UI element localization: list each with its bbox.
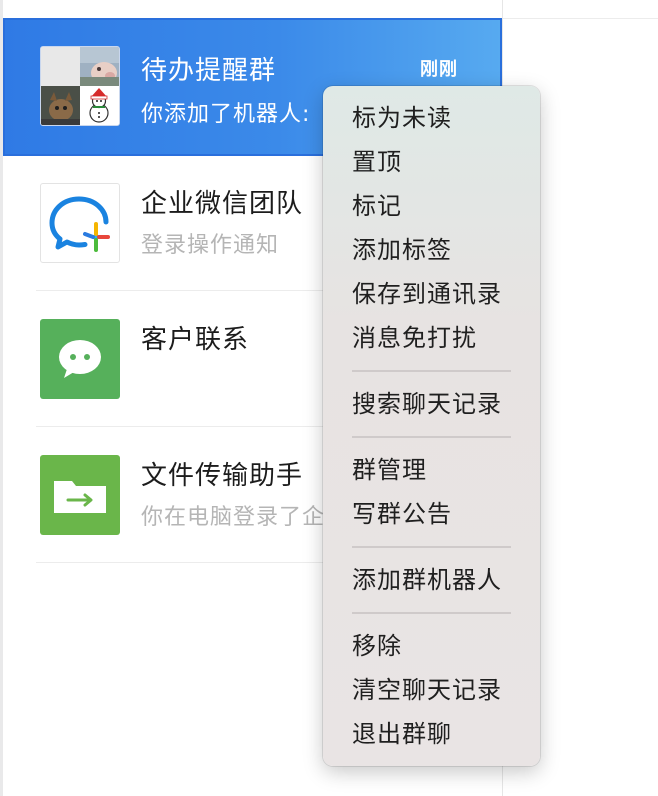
menu-item-add-group-bot[interactable]: 添加群机器人 <box>352 565 502 595</box>
member-avatar-snowman <box>80 86 119 125</box>
menu-item-group-notice[interactable]: 写群公告 <box>352 499 452 529</box>
menu-item-search-history[interactable]: 搜索聊天记录 <box>352 389 502 419</box>
menu-item-add-tag[interactable]: 添加标签 <box>352 235 452 265</box>
menu-separator <box>352 436 511 438</box>
menu-separator <box>352 546 511 548</box>
chat-title: 企业微信团队 <box>141 189 304 219</box>
menu-item-mark-unread[interactable]: 标为未读 <box>352 103 452 133</box>
folder-transfer-icon <box>40 455 120 535</box>
chat-title: 客户联系 <box>141 325 250 355</box>
chat-context-menu: 标为未读 置顶 标记 添加标签 保存到通讯录 消息免打扰 搜索聊天记录 群管理 … <box>323 86 540 766</box>
chat-title: 文件传输助手 <box>141 461 304 491</box>
menu-separator <box>352 612 511 614</box>
menu-item-flag[interactable]: 标记 <box>352 191 402 221</box>
menu-separator <box>352 370 511 372</box>
menu-item-group-manage[interactable]: 群管理 <box>352 455 427 485</box>
menu-item-mute[interactable]: 消息免打扰 <box>352 323 477 353</box>
menu-item-leave-group[interactable]: 退出群聊 <box>352 719 452 749</box>
chat-preview: 你添加了机器人: <box>141 102 311 127</box>
chat-preview: 你在电脑登录了企 <box>141 505 326 530</box>
member-avatar-empty <box>41 47 80 86</box>
member-avatar-pig <box>80 47 119 86</box>
chat-timestamp: 刚刚 <box>420 59 458 80</box>
group-avatar <box>40 46 120 126</box>
menu-item-pin[interactable]: 置顶 <box>352 147 402 177</box>
member-avatar-cat <box>41 86 80 125</box>
menu-item-clear-history[interactable]: 清空聊天记录 <box>352 675 502 705</box>
chat-preview: 登录操作通知 <box>141 233 280 258</box>
chat-title: 待办提醒群 <box>141 56 277 86</box>
wechat-chat-icon <box>40 319 120 399</box>
header-rule <box>503 18 658 19</box>
wecom-logo-icon <box>40 183 120 263</box>
menu-item-remove[interactable]: 移除 <box>352 631 402 661</box>
app-window: 待办提醒群 你添加了机器人: 刚刚 企业微信团队 登录操作通知 客户联系 文件传… <box>0 0 658 796</box>
menu-item-save-to-contacts[interactable]: 保存到通讯录 <box>352 279 502 309</box>
